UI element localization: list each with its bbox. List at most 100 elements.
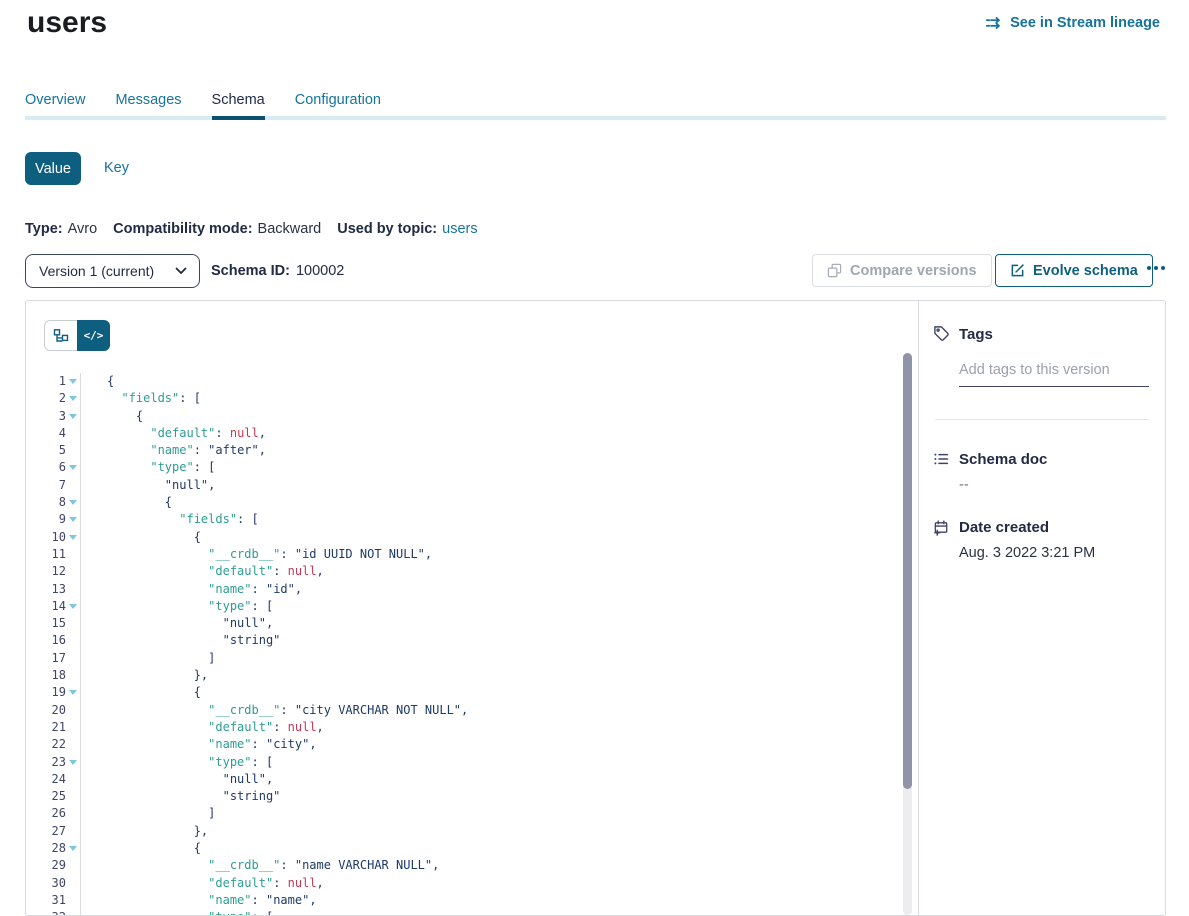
line-number: 30 — [26, 875, 66, 892]
version-select-value: Version 1 (current) — [39, 263, 154, 279]
fold-toggle-icon[interactable] — [69, 535, 77, 540]
calendar-plus-icon — [933, 519, 950, 541]
line-number: 5 — [26, 442, 66, 459]
line-number: 11 — [26, 546, 66, 563]
tab-overview[interactable]: Overview — [25, 92, 85, 120]
code-text: "type": [ — [80, 909, 903, 916]
line-number: 9 — [26, 511, 66, 528]
code-text: ] — [80, 805, 903, 822]
tab-messages[interactable]: Messages — [115, 92, 181, 120]
schema-id-label: Schema ID: — [211, 263, 290, 279]
code-line: 12 "default": null, — [26, 563, 903, 580]
fold-toggle-icon[interactable] — [69, 690, 77, 695]
code-line: 2 "fields": [ — [26, 390, 903, 407]
tags-input[interactable] — [959, 353, 1149, 387]
line-number: 32 — [26, 909, 66, 916]
fold-toggle-icon[interactable] — [69, 500, 77, 505]
tree-view-button[interactable] — [44, 320, 77, 351]
line-number: 14 — [26, 598, 66, 615]
code-line: 21 "default": null, — [26, 719, 903, 736]
chevron-down-icon — [175, 267, 187, 275]
code-text: ] — [80, 650, 903, 667]
code-view-button[interactable]: </> — [77, 320, 110, 351]
code-text: { — [80, 529, 903, 546]
schema-page: users See in Stream lineage Overview Mess… — [0, 0, 1189, 916]
evolve-schema-button[interactable]: Evolve schema — [995, 254, 1153, 287]
value-toggle-button[interactable]: Value — [25, 152, 81, 185]
code-text: "name": "city", — [80, 736, 903, 753]
fold-toggle-icon[interactable] — [69, 396, 77, 401]
more-actions-button[interactable] — [1147, 266, 1165, 270]
code-text: "default": null, — [80, 875, 903, 892]
line-number: 23 — [26, 754, 66, 771]
evolve-schema-icon — [1010, 263, 1025, 278]
fold-toggle-icon[interactable] — [69, 465, 77, 470]
schema-doc-value: -- — [959, 477, 969, 493]
code-line: 24 "null", — [26, 771, 903, 788]
tree-view-icon — [53, 328, 69, 344]
tab-schema[interactable]: Schema — [212, 92, 265, 120]
compare-versions-label: Compare versions — [850, 263, 977, 279]
code-line: 25 "string" — [26, 788, 903, 805]
fold-toggle-icon[interactable] — [69, 846, 77, 851]
fold-toggle-icon[interactable] — [69, 379, 77, 384]
sidebar-divider — [935, 419, 1149, 420]
code-line: 26 ] — [26, 805, 903, 822]
line-number: 2 — [26, 390, 66, 407]
line-number: 25 — [26, 788, 66, 805]
code-text: "null", — [80, 771, 903, 788]
schema-editor-panel: </> 1{2 "fields": [3 {4 "default": null,… — [25, 300, 1166, 916]
fold-toggle-icon[interactable] — [69, 604, 77, 609]
list-icon — [933, 451, 949, 472]
code-text: { — [80, 494, 903, 511]
fold-toggle-icon[interactable] — [69, 414, 77, 419]
code-text: }, — [80, 667, 903, 684]
line-number: 28 — [26, 840, 66, 857]
code-lines: 1{2 "fields": [3 {4 "default": null,5 "n… — [26, 373, 903, 916]
evolve-schema-label: Evolve schema — [1033, 263, 1138, 279]
code-line: 30 "default": null, — [26, 875, 903, 892]
fold-toggle-icon[interactable] — [69, 760, 77, 765]
schema-id: Schema ID: 100002 — [211, 263, 344, 279]
code-text: "null", — [80, 477, 903, 494]
view-toggle: </> — [44, 320, 110, 351]
code-line: 20 "__crdb__": "city VARCHAR NOT NULL", — [26, 702, 903, 719]
key-toggle-link[interactable]: Key — [104, 160, 129, 176]
code-text: "string" — [80, 788, 903, 805]
code-text: "type": [ — [80, 598, 903, 615]
line-number: 31 — [26, 892, 66, 909]
more-icon — [1147, 266, 1151, 270]
code-text: "string" — [80, 632, 903, 649]
code-text: "type": [ — [80, 754, 903, 771]
code-line: 17 ] — [26, 650, 903, 667]
line-number: 21 — [26, 719, 66, 736]
code-view-icon: </> — [84, 329, 104, 342]
line-number: 18 — [26, 667, 66, 684]
editor-scrollbar-thumb[interactable] — [903, 353, 912, 789]
topic-link[interactable]: users — [442, 221, 477, 237]
code-text: "default": null, — [80, 425, 903, 442]
line-number: 7 — [26, 477, 66, 494]
fold-toggle-icon[interactable] — [69, 517, 77, 522]
code-text: "name": "id", — [80, 581, 903, 598]
stream-lineage-link[interactable]: See in Stream lineage — [986, 15, 1160, 31]
code-text: { — [80, 840, 903, 857]
tab-bar: Overview Messages Schema Configuration — [25, 92, 381, 120]
compare-versions-button[interactable]: Compare versions — [812, 254, 992, 287]
tab-configuration[interactable]: Configuration — [295, 92, 381, 120]
line-number: 16 — [26, 632, 66, 649]
line-number: 22 — [26, 736, 66, 753]
code-line: 5 "name": "after", — [26, 442, 903, 459]
code-line: 7 "null", — [26, 477, 903, 494]
code-text: "__crdb__": "name VARCHAR NULL", — [80, 857, 903, 874]
version-select[interactable]: Version 1 (current) — [25, 254, 200, 288]
code-line: 14 "type": [ — [26, 598, 903, 615]
line-number: 26 — [26, 805, 66, 822]
stream-lineage-label: See in Stream lineage — [1010, 15, 1160, 31]
line-number: 15 — [26, 615, 66, 632]
line-number: 8 — [26, 494, 66, 511]
code-text: "fields": [ — [80, 390, 903, 407]
code-line: 6 "type": [ — [26, 459, 903, 476]
line-number: 1 — [26, 373, 66, 390]
line-number: 29 — [26, 857, 66, 874]
